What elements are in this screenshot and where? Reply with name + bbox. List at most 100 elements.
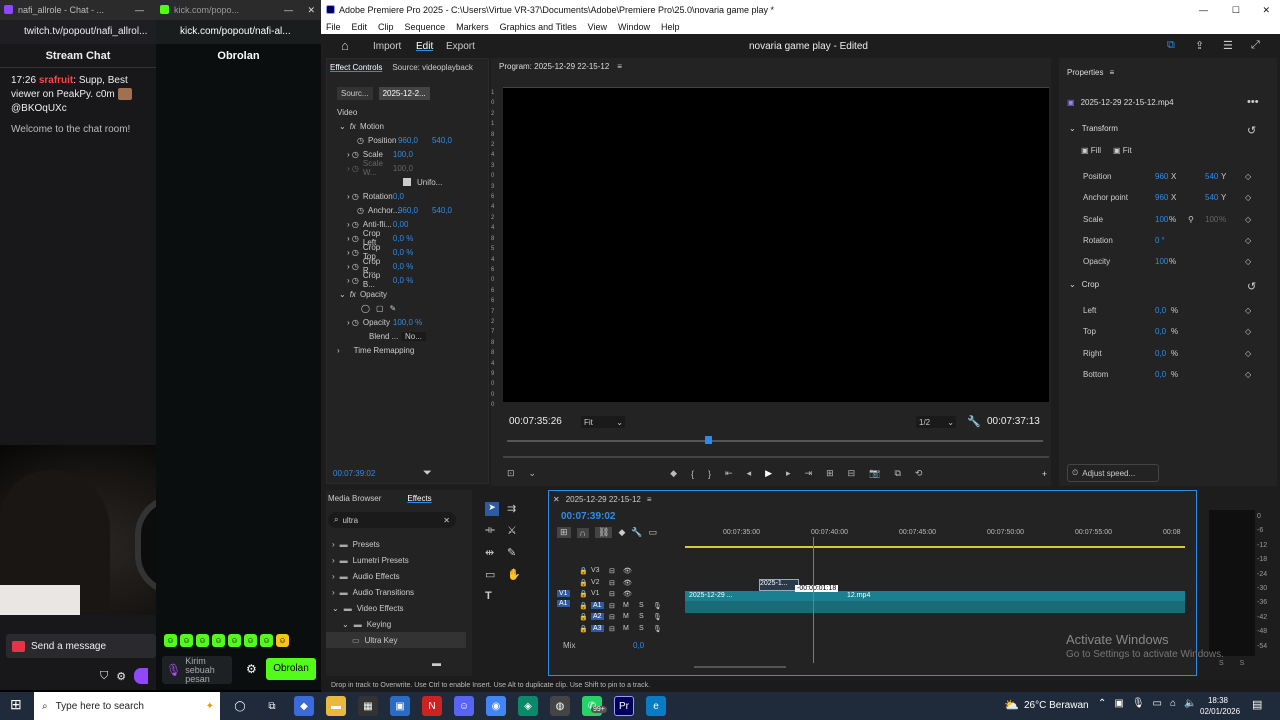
property-value[interactable]: 0,0 <box>1155 370 1166 379</box>
share-icon[interactable]: ⇪ <box>1195 39 1204 52</box>
microphone-icon[interactable]: 🎙 <box>653 625 662 633</box>
more-icon[interactable]: ••• <box>1247 96 1259 108</box>
reset-icon[interactable]: ↺ <box>1247 124 1256 137</box>
lock-icon[interactable]: 🔒 <box>579 602 588 610</box>
chevron-down-icon[interactable]: ⌄ <box>342 620 349 629</box>
sync-lock-icon[interactable]: ⊟ <box>609 613 615 621</box>
go-to-out-icon[interactable]: ⇥ <box>805 468 813 479</box>
step-back-icon[interactable]: ◂ <box>747 468 752 479</box>
file-explorer-icon[interactable]: ▬ <box>326 696 346 716</box>
camera-icon[interactable] <box>12 640 25 652</box>
program-tab[interactable]: Program: 2025-12-29 22-15-12 ≡ <box>491 58 1051 74</box>
nav-import[interactable]: Import <box>373 41 401 52</box>
keyframe-icon[interactable]: ◇ <box>1245 257 1251 266</box>
resolution-dropdown[interactable]: 1/2 ⌄ <box>916 416 956 428</box>
menu-item[interactable]: Window <box>618 20 650 34</box>
weather-text[interactable]: 26°C Berawan <box>1024 700 1089 711</box>
keyframe-icon[interactable]: ◇ <box>1245 215 1251 224</box>
keyframe-icon[interactable]: ◇ <box>1245 306 1251 315</box>
clock[interactable]: 18:38 02/01/2026 <box>1200 695 1240 717</box>
message-user[interactable]: srafruit <box>39 75 73 86</box>
emote-icon[interactable]: ☺ <box>276 634 289 647</box>
crop-header[interactable]: ⌄ Crop <box>1069 280 1099 289</box>
eye-icon[interactable]: 👁 <box>623 579 632 587</box>
fullscreen-icon[interactable]: ⤢ <box>1251 39 1260 52</box>
add-button-icon[interactable]: + <box>1042 469 1047 479</box>
keyframe-icon[interactable]: ◇ <box>1245 327 1251 336</box>
property-value-y[interactable]: 540 <box>1205 172 1218 181</box>
timeline-timecode[interactable]: 00:07:39:02 <box>561 511 615 522</box>
ec-timecode[interactable]: 00:07:39:02 <box>333 469 375 478</box>
sync-lock-icon[interactable]: ⊟ <box>609 590 615 598</box>
menu-icon[interactable]: ☰ <box>1223 39 1233 52</box>
home-icon[interactable]: ⌂ <box>341 38 349 53</box>
safe-margins-icon[interactable]: ⊡ <box>507 468 515 479</box>
pen-mask-icon[interactable]: ✎ <box>390 304 397 313</box>
chrome-icon[interactable]: ◉ <box>486 696 506 716</box>
dragged-clip[interactable]: 2025-1... <box>759 579 799 591</box>
time-remap-row[interactable]: › Time Remapping <box>337 343 414 357</box>
snap-icon[interactable]: ∩ <box>576 527 590 538</box>
tab-effects[interactable]: Effects <box>407 494 431 503</box>
mute-button[interactable]: M <box>623 602 629 609</box>
keyframe-icon[interactable]: ◇ <box>1245 370 1251 379</box>
effects-tree-item[interactable]: › ▬ Audio Transitions <box>326 584 466 600</box>
keyframe-icon[interactable]: ◇ <box>1245 172 1251 181</box>
copilot-icon[interactable]: ◆ <box>294 696 314 716</box>
discord-icon[interactable]: ☺ <box>454 696 474 716</box>
menu-item[interactable]: Edit <box>352 20 368 34</box>
microphone-icon[interactable]: 🎙 <box>653 602 662 610</box>
program-timecode-left[interactable]: 00:07:35:26 <box>509 416 562 427</box>
property-value[interactable]: 100 <box>1155 257 1168 266</box>
edge-icon[interactable]: e <box>646 696 666 716</box>
close-icon[interactable]: ✕ <box>307 0 315 20</box>
transform-header[interactable]: ⌄ Transform <box>1069 124 1118 133</box>
comparison-icon[interactable]: ⧉ <box>894 468 900 479</box>
twitch-tab[interactable]: nafi_allrole - Chat - ... — <box>0 0 156 20</box>
workspace-icon[interactable]: ⧉ <box>1167 39 1175 52</box>
lock-icon[interactable]: 🔒 <box>579 613 588 621</box>
task-view-icon[interactable]: ◯ <box>230 696 250 716</box>
obs-icon[interactable]: ◍ <box>550 696 570 716</box>
chevron-right-icon[interactable]: › <box>332 556 335 565</box>
nest-icon[interactable]: ⊞ <box>557 527 571 538</box>
effects-tree-item[interactable]: ⌄ ▬ Keying <box>326 616 466 632</box>
store-icon[interactable]: ▦ <box>358 696 378 716</box>
audio-clip[interactable] <box>685 601 1185 613</box>
chevron-right-icon[interactable]: › <box>332 572 335 581</box>
folder-icon[interactable]: ▬ <box>432 658 441 668</box>
sync-lock-icon[interactable]: ⊟ <box>609 625 615 633</box>
network-icon[interactable]: ⌂ <box>1170 698 1176 709</box>
chevron-down-icon[interactable]: ⌄ <box>529 468 537 479</box>
marker-icon[interactable]: ◆ <box>670 468 677 479</box>
emote-icon[interactable]: ☺ <box>260 634 273 647</box>
menu-item[interactable]: Graphics and Titles <box>500 20 577 34</box>
track-label[interactable]: V2 <box>591 579 600 586</box>
blend-dropdown[interactable]: No... <box>401 331 426 341</box>
sequence-clip-tab[interactable]: 2025-12-2... <box>378 86 430 100</box>
razor-icon[interactable]: ⚔ <box>507 524 517 537</box>
sync-lock-icon[interactable]: ⊟ <box>609 567 615 575</box>
linked-icon[interactable]: ⛓ <box>595 527 613 538</box>
lock-icon[interactable]: 🔒 <box>579 579 588 587</box>
tab-source[interactable]: Source: videoplayback <box>392 63 473 72</box>
selection-tool-icon[interactable]: ➤ <box>485 502 499 516</box>
microphone-icon[interactable]: 🎙 <box>653 613 662 621</box>
taskbar-search[interactable]: ⌕ Type here to search ✦ <box>34 692 220 720</box>
slip-tool-icon[interactable]: ⇹ <box>485 546 494 559</box>
timeline-playhead[interactable] <box>813 537 814 663</box>
clear-icon[interactable]: ✕ <box>443 516 450 525</box>
export-frame-icon[interactable]: 📷 <box>869 468 880 479</box>
rectangle-tool-icon[interactable]: ▭ <box>485 568 495 581</box>
tray-app-icon[interactable]: ▣ <box>1114 698 1123 709</box>
motion-row[interactable]: ⌄ fx Motion <box>339 119 384 133</box>
minimize-icon[interactable]: — <box>1199 0 1208 20</box>
pen-tool-icon[interactable]: ✎ <box>507 546 516 559</box>
vr-icon[interactable]: ⟲ <box>915 468 923 479</box>
microphone-icon[interactable]: 🎙 <box>166 664 181 676</box>
settings-wrench-icon[interactable]: 🔧 <box>631 527 642 538</box>
property-value[interactable]: 0 ° <box>1155 236 1165 245</box>
track-label[interactable]: A1 <box>591 601 604 609</box>
close-icon[interactable]: ✕ <box>1262 0 1270 20</box>
chevron-right-icon[interactable]: › <box>332 540 335 549</box>
